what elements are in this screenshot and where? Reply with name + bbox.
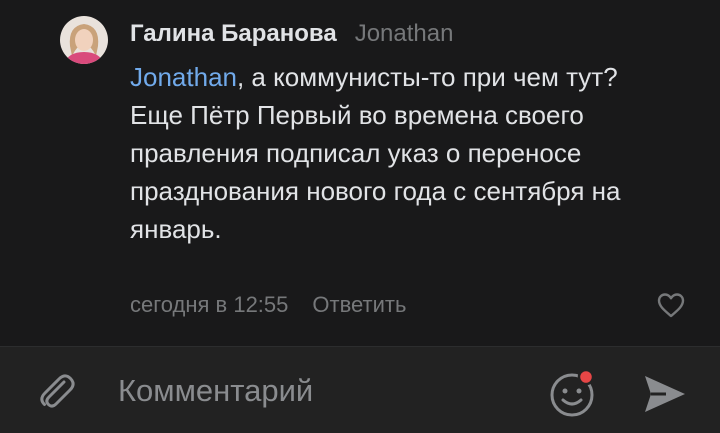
heart-outline-icon[interactable] (656, 290, 686, 320)
comment: Галина Баранова Jonathan Jonathan, а ком… (0, 0, 720, 346)
timestamp: сегодня в 12:55 (130, 292, 289, 317)
author-name[interactable]: Галина Баранова (130, 20, 337, 48)
comment-text-line1: , а коммунисты-то при чем тут? (236, 62, 618, 92)
mention-link[interactable]: Jonathan (130, 62, 237, 92)
comment-input[interactable] (116, 367, 520, 415)
send-arrow-icon[interactable] (640, 373, 688, 415)
reply-to-name[interactable]: Jonathan (355, 20, 454, 48)
paperclip-icon[interactable] (34, 369, 80, 415)
comment-meta: сегодня в 12:55 Ответить (130, 290, 406, 320)
comment-text-paragraph: Еще Пётр Первый во времена своего правле… (130, 100, 621, 244)
reply-button[interactable]: Ответить (312, 292, 406, 318)
author-line: Галина Баранова Jonathan (130, 20, 453, 50)
comment-composer (0, 346, 720, 433)
comment-text: Jonathan, а коммунисты-то при чем тут? Е… (130, 58, 690, 248)
avatar[interactable] (60, 16, 108, 64)
smiley-icon[interactable] (548, 368, 598, 419)
